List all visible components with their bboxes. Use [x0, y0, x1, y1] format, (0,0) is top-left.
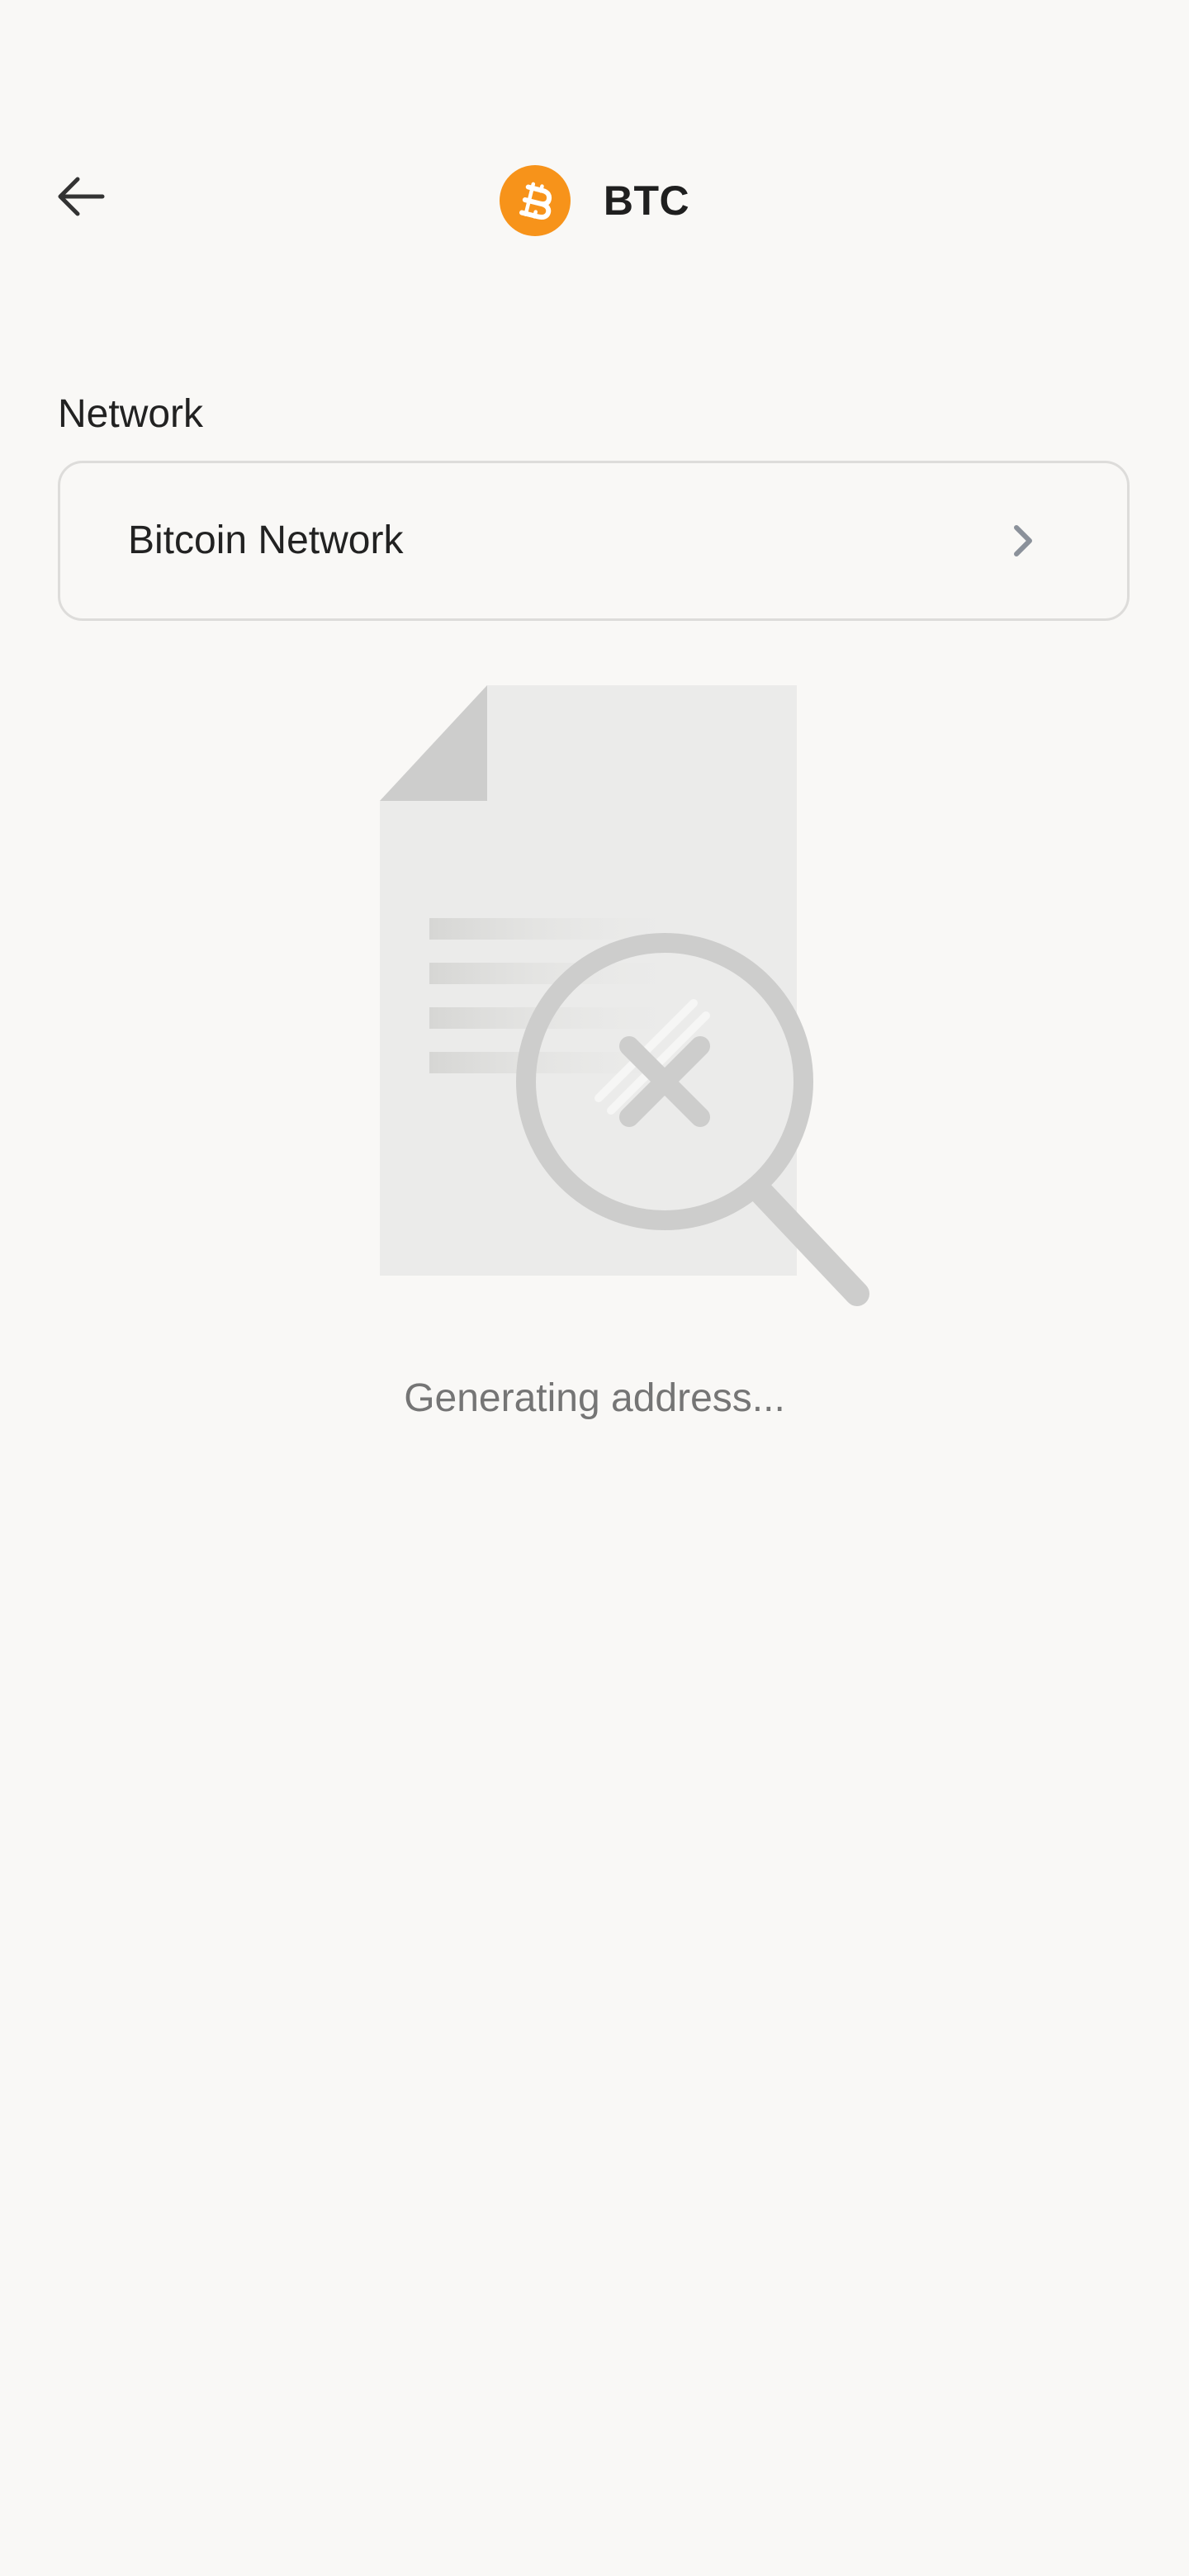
- bitcoin-icon: [499, 165, 571, 236]
- network-label: Network: [58, 392, 204, 436]
- top-bar: BTC: [0, 132, 1189, 268]
- status-text: Generating address...: [404, 1376, 785, 1420]
- chevron-right-icon: [1014, 525, 1032, 556]
- coin-symbol: BTC: [603, 178, 690, 224]
- network-selector[interactable]: Bitcoin Network: [58, 461, 1130, 621]
- coin-title: BTC: [0, 165, 1189, 236]
- document-search-icon: [380, 685, 869, 1306]
- network-value: Bitcoin Network: [128, 519, 404, 562]
